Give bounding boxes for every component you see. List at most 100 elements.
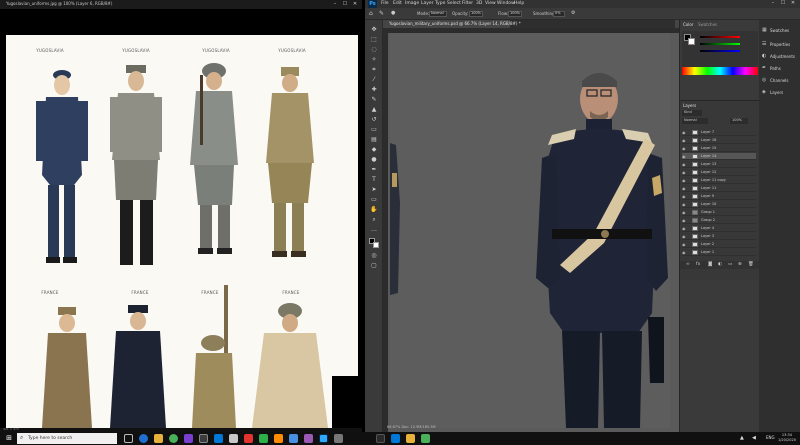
visibility-eye-icon[interactable]: ◉: [682, 218, 686, 223]
menu-window[interactable]: Window: [497, 1, 515, 6]
healing-tool-icon[interactable]: ✚: [369, 86, 379, 94]
blend-mode-select[interactable]: Normal: [682, 118, 708, 124]
history-brush-icon[interactable]: ↺: [369, 116, 379, 124]
layer-opacity-field[interactable]: 100%: [730, 118, 748, 124]
app-icon[interactable]: [244, 434, 253, 443]
photoshop-taskbar-icon[interactable]: [319, 434, 328, 443]
trash-icon[interactable]: 🗑: [748, 262, 754, 267]
eraser-tool-icon[interactable]: ▭: [369, 126, 379, 134]
menu-edit[interactable]: Edit: [393, 1, 402, 6]
crop-tool-icon[interactable]: ⌗: [369, 66, 379, 74]
visibility-eye-icon[interactable]: ◉: [682, 210, 686, 215]
green-slider[interactable]: [700, 43, 740, 45]
flow-field[interactable]: 100%: [508, 11, 522, 17]
visibility-eye-icon[interactable]: ◉: [682, 242, 686, 247]
document-canvas[interactable]: [390, 33, 670, 428]
color-spectrum[interactable]: [682, 67, 758, 75]
layer-row[interactable]: ◉ Layer 16: [682, 137, 756, 144]
layers-tab[interactable]: Layers: [683, 103, 696, 108]
mode-select[interactable]: Normal: [429, 11, 447, 17]
menu-view[interactable]: View: [485, 1, 496, 6]
menu-type[interactable]: Type: [435, 1, 445, 6]
side-panel-properties[interactable]: ☰ Properties: [762, 40, 800, 50]
opacity-field[interactable]: 100%: [469, 11, 483, 17]
maximize-icon[interactable]: ☐: [340, 1, 350, 7]
side-panel-adjustments[interactable]: ◐ Adjustments: [762, 52, 800, 62]
visibility-eye-icon[interactable]: ◉: [682, 146, 686, 151]
chrome-icon[interactable]: [169, 434, 178, 443]
side-panel-swatches[interactable]: ▦ Swatches: [762, 26, 800, 36]
layer-row[interactable]: ◉ Layer 12: [682, 169, 756, 176]
new-group-icon[interactable]: ▭: [728, 262, 732, 267]
visibility-eye-icon[interactable]: ◉: [682, 226, 686, 231]
layer-row[interactable]: ◉ Layer 15: [682, 145, 756, 152]
app-icon[interactable]: [259, 434, 268, 443]
adjustment-icon[interactable]: ◐: [718, 262, 722, 267]
menu-layer[interactable]: Layer: [421, 1, 434, 6]
menu-filter[interactable]: Filter: [462, 1, 473, 6]
canvas-area[interactable]: [383, 28, 679, 432]
pen-tool-icon[interactable]: ✒: [369, 166, 379, 174]
app-icon[interactable]: [376, 434, 385, 443]
background-color-chip[interactable]: [688, 38, 695, 45]
menu-image[interactable]: Image: [405, 1, 419, 6]
type-tool-icon[interactable]: T: [369, 176, 379, 184]
brush-size-icon[interactable]: ●: [391, 10, 395, 16]
app-icon[interactable]: [304, 434, 313, 443]
visibility-eye-icon[interactable]: ◉: [682, 234, 686, 239]
layer-style-icon[interactable]: fx: [696, 262, 700, 267]
layer-row[interactable]: ◉ Layer 7: [682, 129, 756, 136]
close-icon[interactable]: ✕: [350, 1, 360, 7]
app-icon[interactable]: [391, 434, 400, 443]
settings-gear-icon[interactable]: ⚙: [571, 10, 575, 16]
layer-row[interactable]: ◉ Group 1: [682, 209, 756, 216]
stamp-tool-icon[interactable]: ▲: [369, 106, 379, 114]
swatches-tab[interactable]: Swatches: [698, 22, 717, 27]
screen-mode-icon[interactable]: ▢: [369, 262, 379, 270]
smoothing-field[interactable]: 0%: [553, 11, 565, 17]
app-icon[interactable]: [289, 434, 298, 443]
taskbar-search-box[interactable]: ⌕ Type here to search: [17, 433, 117, 444]
mail-icon[interactable]: [214, 434, 223, 443]
zoom-tool-icon[interactable]: ⌕: [369, 216, 379, 224]
home-icon[interactable]: ⌂: [369, 10, 373, 17]
color-panel[interactable]: [682, 31, 758, 75]
app-icon[interactable]: [421, 434, 430, 443]
app-icon[interactable]: [229, 434, 238, 443]
clock[interactable]: 13:34 1/20/2020: [778, 433, 796, 443]
layer-row[interactable]: ◉ Layer 3: [682, 233, 756, 240]
blue-slider[interactable]: [700, 50, 740, 52]
file-explorer-icon[interactable]: [154, 434, 163, 443]
layer-row[interactable]: ◉ Layer 4: [682, 225, 756, 232]
brush-tool-icon[interactable]: ✎: [369, 96, 379, 104]
mask-icon[interactable]: ◙: [708, 262, 712, 267]
layer-row[interactable]: ◉ Group 2: [682, 217, 756, 224]
network-icon[interactable]: ▲: [740, 435, 744, 441]
gradient-tool-icon[interactable]: ▤: [369, 136, 379, 144]
red-slider[interactable]: [700, 36, 740, 38]
more-tools-icon[interactable]: …: [369, 226, 379, 234]
app-icon[interactable]: [184, 434, 193, 443]
color-tab[interactable]: Color: [683, 22, 693, 27]
link-layers-icon[interactable]: ∞: [686, 262, 690, 267]
minimize-icon[interactable]: –: [768, 0, 778, 6]
menu-file[interactable]: File: [381, 1, 389, 6]
eyedropper-tool-icon[interactable]: ⁄: [369, 76, 379, 84]
visibility-eye-icon[interactable]: ◉: [682, 162, 686, 167]
task-view-icon[interactable]: [124, 434, 133, 443]
maximize-icon[interactable]: ☐: [778, 0, 788, 6]
dodge-tool-icon[interactable]: ●: [369, 156, 379, 164]
blur-tool-icon[interactable]: ◆: [369, 146, 379, 154]
app-icon[interactable]: [274, 434, 283, 443]
layer-row-selected[interactable]: ◉ Layer 14: [682, 153, 756, 160]
layer-row[interactable]: ◉ Layer 13: [682, 161, 756, 168]
hand-tool-icon[interactable]: ✋: [369, 206, 379, 214]
layer-row[interactable]: ◉ Layer 11 copy: [682, 177, 756, 184]
document-tab[interactable]: Yugoslavian_military_uniforms.psd @ 66.7…: [385, 20, 521, 28]
visibility-eye-icon[interactable]: ◉: [682, 130, 686, 135]
menu-help[interactable]: Help: [514, 1, 524, 6]
close-icon[interactable]: ✕: [788, 0, 798, 6]
visibility-eye-icon[interactable]: ◉: [682, 178, 686, 183]
volume-icon[interactable]: ◀: [752, 435, 756, 441]
visibility-eye-icon[interactable]: ◉: [682, 170, 686, 175]
